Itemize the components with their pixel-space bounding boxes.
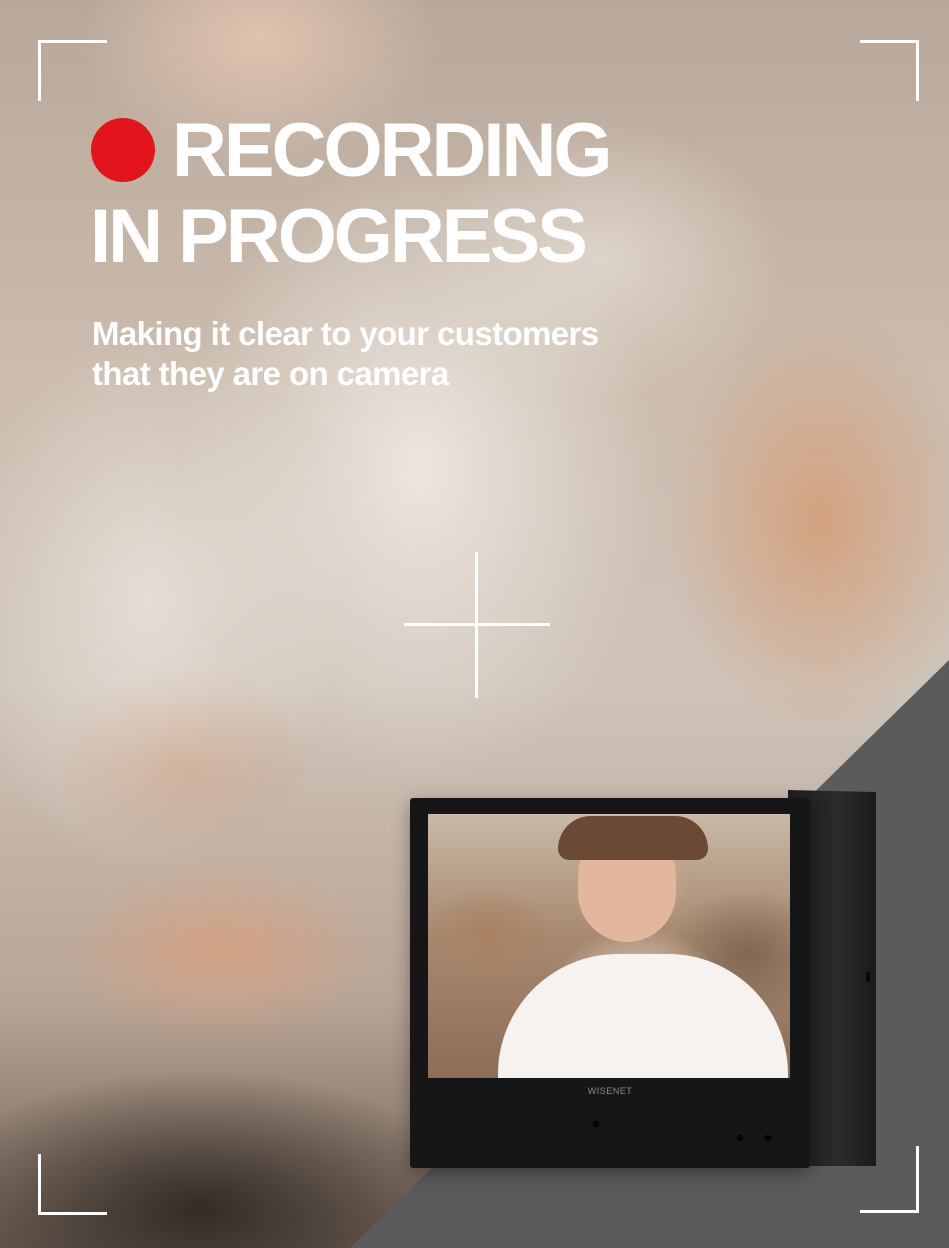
monitor-side-port: [866, 972, 870, 982]
subtitle: Making it clear to your customers that t…: [92, 314, 599, 394]
headline: RECORDING IN PROGRESS: [90, 108, 612, 280]
monitor-screen: [428, 814, 790, 1078]
viewfinder-corner-top-left-icon: [38, 40, 107, 101]
screen-person-hair: [558, 816, 708, 860]
viewfinder-corner-top-right-icon: [860, 40, 919, 101]
monitor-camera-lens: [592, 1120, 600, 1128]
headline-line-1: RECORDING: [172, 108, 612, 193]
screen-person-shirt: [498, 954, 788, 1078]
subtitle-line-1: Making it clear to your customers: [92, 315, 599, 352]
viewfinder-corner-bottom-left-icon: [38, 1154, 107, 1215]
headline-line-2: IN PROGRESS: [90, 194, 588, 279]
subtitle-line-2: that they are on camera: [92, 355, 449, 392]
monitor-sensor-left: [736, 1134, 744, 1142]
public-view-monitor: WISENET: [410, 798, 810, 1168]
monitor-sensor-right: [764, 1134, 772, 1142]
monitor-brand-logo: WISENET: [587, 1086, 633, 1096]
crosshair-vertical-icon: [475, 552, 478, 698]
hand-with-pastry: [20, 780, 440, 1080]
